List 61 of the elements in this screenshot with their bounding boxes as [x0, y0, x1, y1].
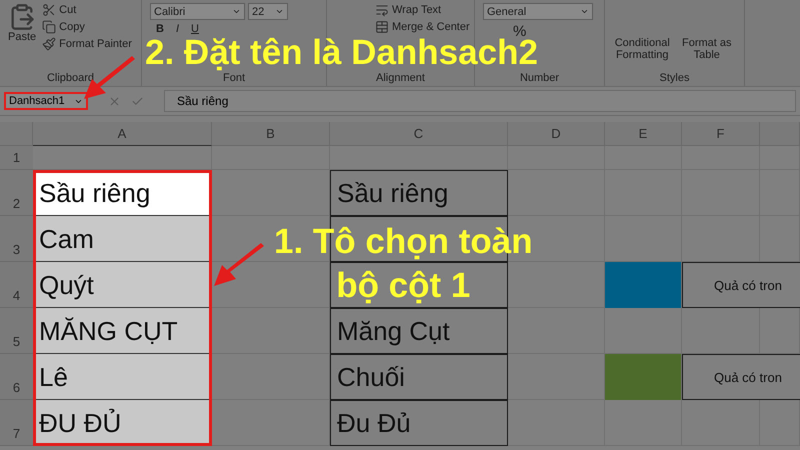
column-header[interactable]: E [605, 122, 682, 146]
size-dropdown[interactable]: 22 [248, 3, 288, 20]
row-header[interactable]: 5 [0, 308, 33, 354]
table-cell: MĂNG CỤT [33, 308, 212, 354]
formula-field[interactable]: Sầu riêng [164, 90, 796, 112]
column-header[interactable]: C [330, 122, 508, 146]
name-box[interactable]: Danhsach1 [4, 92, 88, 110]
row-header[interactable]: 1 [0, 146, 33, 170]
check-icon[interactable] [131, 94, 144, 108]
clipboard-button[interactable]: Cut [42, 3, 132, 17]
empty-cell [760, 216, 800, 262]
style-button[interactable]: I [176, 23, 180, 35]
clipboard-button[interactable]: Copy [42, 20, 132, 34]
column-header[interactable]: B [212, 122, 330, 146]
clipboard-button[interactable]: Format Painter [42, 37, 132, 51]
paste-button[interactable]: Paste [8, 3, 36, 72]
table-cell: Đu Đủ [330, 400, 508, 446]
caret-icon [580, 7, 589, 16]
copy-icon [42, 20, 56, 34]
font-dropdown[interactable]: Calibri [150, 3, 245, 20]
column-header[interactable]: F [682, 122, 760, 146]
scissors-icon [42, 3, 56, 17]
table-cell: Sầu riêng [330, 170, 508, 216]
alignment-button[interactable]: Wrap Text [375, 3, 470, 17]
group-label: Number [518, 72, 560, 86]
group-label: Styles [658, 72, 690, 86]
row-header[interactable]: 7 [0, 400, 33, 446]
styles-button[interactable]: Conditional Formatting [613, 3, 672, 72]
row-header[interactable]: 3 [0, 216, 33, 262]
empty-cell [760, 308, 800, 354]
group-label: Alignment [375, 72, 426, 86]
cancel-icon[interactable] [108, 94, 121, 108]
callout-text: bộ cột 1 [336, 265, 470, 307]
table-cell: Sầu riêng [33, 170, 212, 216]
table-cell: Quýt [33, 262, 212, 308]
row-header[interactable]: 4 [0, 262, 33, 308]
select-all-corner[interactable] [0, 122, 33, 146]
caret-icon [232, 7, 241, 16]
row-header[interactable]: 6 [0, 354, 33, 400]
table-cell: Măng Cụt [330, 308, 508, 354]
table-cell: ĐU ĐỦ [33, 400, 212, 446]
style-button[interactable]: U [191, 23, 199, 35]
column-header[interactable]: D [508, 122, 605, 146]
table-cell: Quả có tron [682, 262, 800, 308]
style-button[interactable]: B [156, 23, 164, 35]
table-cell: Chuối [330, 354, 508, 400]
wrap-icon [375, 3, 389, 17]
group-label: Font [222, 72, 246, 86]
caret-icon [275, 7, 284, 16]
paintbrush-icon [42, 37, 56, 51]
table-cell: Cam [33, 216, 212, 262]
alignment-button[interactable]: Merge & Center [375, 20, 470, 34]
row-header[interactable]: 2 [0, 170, 33, 216]
styles-button[interactable]: Format as Table [678, 3, 736, 72]
column-header[interactable]: A [33, 122, 212, 146]
empty-cell [760, 400, 800, 446]
number-format-dropdown[interactable]: General [483, 3, 593, 20]
merge-icon [375, 20, 389, 34]
table-cell: Lê [33, 354, 212, 400]
group-label: Clipboard [46, 72, 96, 86]
table-cell: Quả có tron [682, 354, 800, 400]
